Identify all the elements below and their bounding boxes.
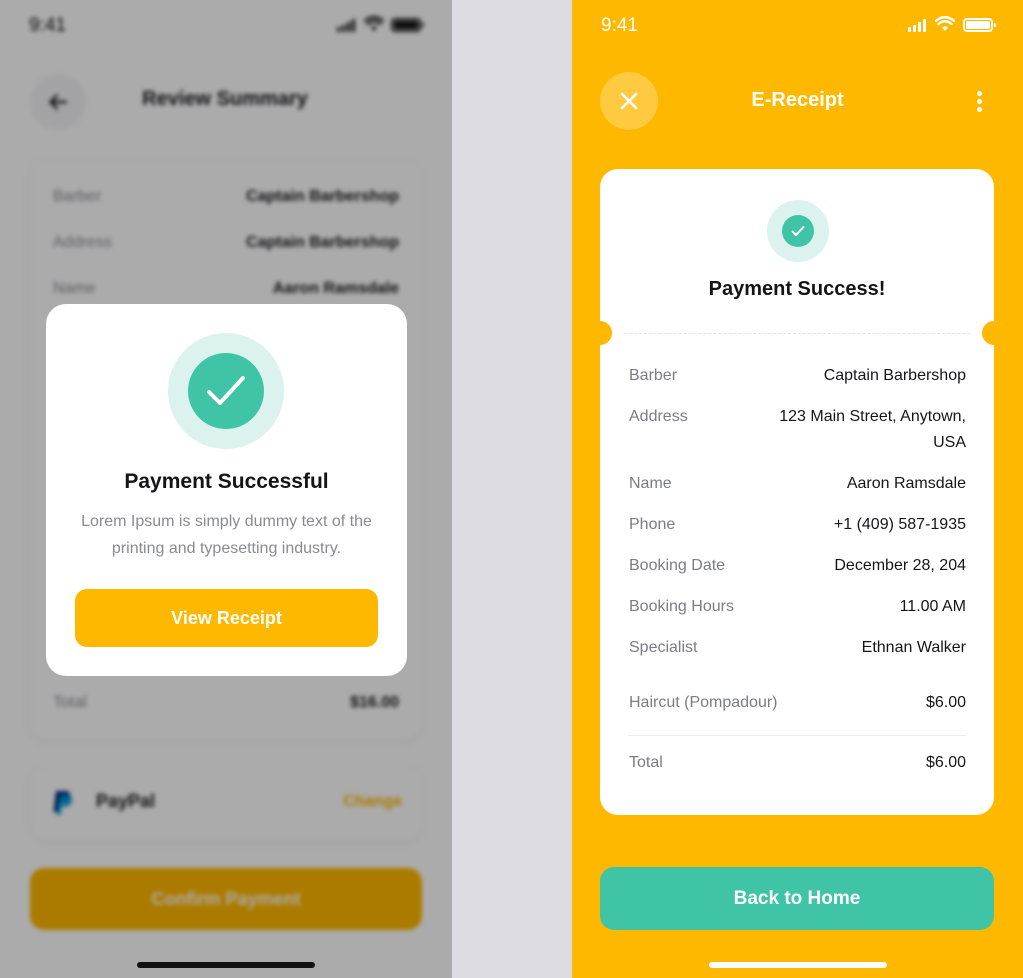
receipt-row-name: Name Aaron Ramsdale <box>629 471 966 497</box>
receipt-value: Captain Barbershop <box>823 367 966 384</box>
modal-title: Payment Successful <box>124 470 329 493</box>
status-bar: 9:41 <box>572 0 1023 52</box>
receipt-row-total: Total $6.00 <box>629 750 966 776</box>
perforation-divider <box>624 333 970 334</box>
service-price: $6.00 <box>925 694 966 711</box>
modal-message: Lorem Ipsum is simply dummy text of the … <box>81 513 372 557</box>
receipt-row-phone: Phone +1 (409) 587-1935 <box>629 512 966 538</box>
total-label: Total <box>629 754 663 771</box>
receipt-label: Booking Date <box>629 557 726 574</box>
payment-success-modal: Payment Successful Lorem Ipsum is simply… <box>46 304 407 676</box>
success-badge <box>188 353 264 429</box>
review-summary-screen: 9:41 Review Summary Barber Captain Barbe… <box>0 0 452 978</box>
service-label: Haircut (Pompadour) <box>629 694 778 711</box>
receipt-label: Barber <box>629 367 678 384</box>
success-badge <box>782 215 814 247</box>
home-indicator <box>137 962 315 968</box>
receipt-value: +1 (409) 587-1935 <box>833 516 966 533</box>
wifi-icon <box>935 16 955 31</box>
home-indicator <box>709 962 887 968</box>
cellular-signal-icon <box>908 18 926 32</box>
receipt-title: Payment Success! <box>708 278 886 300</box>
receipt-row-booking-date: Booking Date December 28, 204 <box>629 553 966 579</box>
status-time: 9:41 <box>601 15 638 36</box>
total-divider <box>628 735 966 736</box>
battery-icon <box>963 18 996 32</box>
receipt-row-service: Haircut (Pompadour) $6.00 <box>629 690 966 716</box>
receipt-row-specialist: Specialist Ethnan Walker <box>629 635 966 661</box>
receipt-card: Payment Success! Barber Captain Barbersh… <box>600 169 994 815</box>
receipt-value: 11.00 AM <box>899 598 966 615</box>
more-options-icon[interactable] <box>970 88 990 116</box>
checkmark-icon <box>207 376 245 405</box>
receipt-value: Ethnan Walker <box>861 639 966 656</box>
ticket-notch-right <box>982 321 1006 345</box>
e-receipt-screen: 9:41 E-Receipt Payment Success! Barber C… <box>572 0 1023 978</box>
receipt-label: Name <box>629 475 672 492</box>
page-title: E-Receipt <box>751 89 844 111</box>
receipt-value: 123 Main Street, Anytown, USA <box>779 408 966 451</box>
receipt-value: Aaron Ramsdale <box>846 475 966 492</box>
receipt-label: Booking Hours <box>629 598 734 615</box>
back-to-home-button[interactable]: Back to Home <box>600 867 994 930</box>
receipt-label: Specialist <box>629 639 698 656</box>
ticket-notch-left <box>588 321 612 345</box>
receipt-label: Address <box>629 408 688 425</box>
receipt-row-barber: Barber Captain Barbershop <box>629 363 966 389</box>
receipt-value: December 28, 204 <box>834 557 966 574</box>
receipt-row-booking-hours: Booking Hours 11.00 AM <box>629 594 966 620</box>
total-value: $6.00 <box>925 754 966 771</box>
receipt-label: Phone <box>629 516 676 533</box>
view-receipt-button[interactable]: View Receipt <box>75 589 378 647</box>
checkmark-icon <box>791 226 805 236</box>
receipt-row-address: Address 123 Main Street, Anytown, USA <box>629 404 966 456</box>
